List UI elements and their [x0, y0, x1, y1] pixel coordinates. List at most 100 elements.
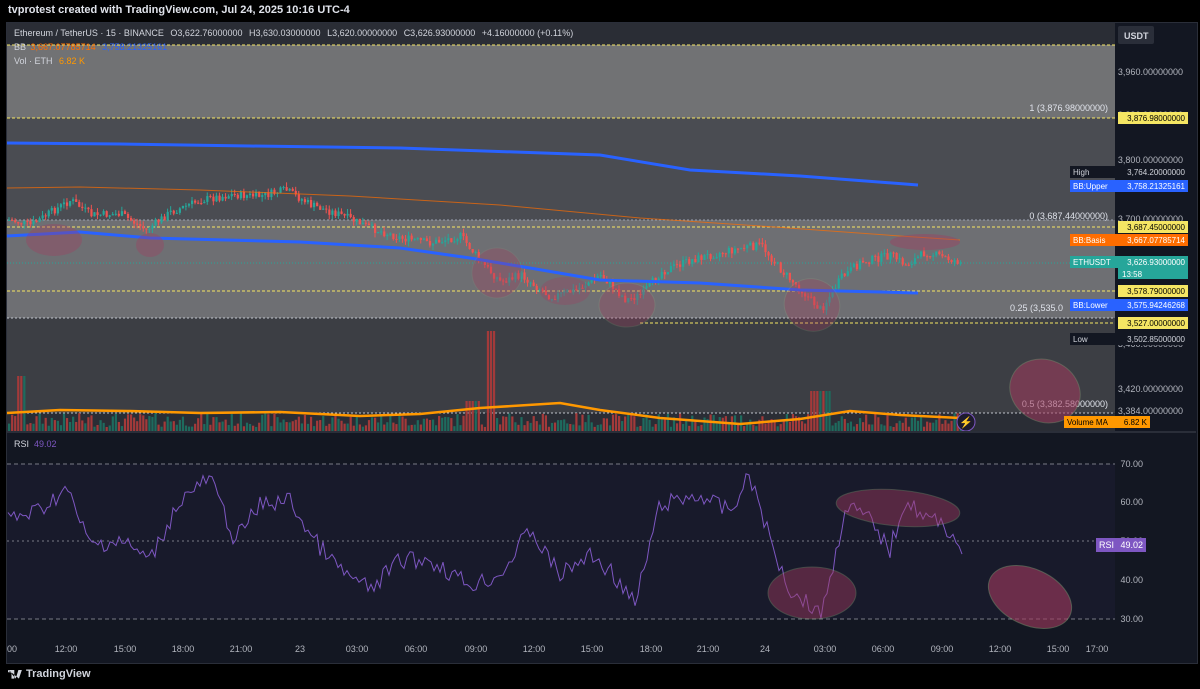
- candle-body: [309, 199, 313, 208]
- volume-bar: [605, 418, 608, 431]
- volume-bar: [69, 421, 72, 431]
- candle-body: [913, 258, 917, 264]
- volume-bar: [11, 414, 14, 431]
- volume-bar: [944, 420, 947, 431]
- legend-bb[interactable]: BB 3,667.07785714 3,758.21325161: [14, 42, 171, 52]
- volume-bar: [511, 416, 514, 431]
- candle-body: [181, 205, 185, 209]
- volume-bar: [422, 418, 425, 431]
- highlight-ellipse: [890, 234, 960, 250]
- volume-ma-label: Volume MA: [1067, 418, 1109, 427]
- candle-body: [386, 234, 389, 237]
- candle-body: [99, 214, 102, 216]
- ohlc-high: H3,630.03000000: [249, 28, 321, 38]
- chart-canvas[interactable]: 1 (3,876.98000000) 0 (3,687.44000000) 0.…: [0, 0, 1200, 689]
- volume-bar: [395, 424, 398, 431]
- candle-body: [770, 255, 773, 262]
- time-tick: 23: [295, 644, 305, 654]
- candle-body: [215, 195, 218, 202]
- candle-body: [26, 220, 29, 222]
- volume-bar: [59, 425, 63, 431]
- candle-body: [197, 202, 200, 204]
- volume-bar: [126, 414, 130, 431]
- tradingview-logo[interactable]: TradingView: [8, 668, 91, 680]
- candle-body: [916, 256, 920, 259]
- candle-body: [325, 208, 328, 210]
- candle-body: [907, 264, 910, 266]
- ohlc-close: C3,626.93000000: [403, 28, 476, 38]
- candle-body: [392, 233, 395, 240]
- volume-bar: [703, 417, 706, 431]
- volume-bar: [44, 417, 47, 431]
- candle-body: [184, 205, 188, 207]
- volume-bar: [236, 423, 239, 431]
- price-tick: 3,800.00000000: [1118, 155, 1183, 165]
- volume-bar: [349, 416, 352, 431]
- candle-body: [752, 242, 755, 250]
- candle-body: [938, 251, 941, 255]
- volume-bar: [895, 423, 898, 431]
- volume-bar: [419, 424, 422, 431]
- candle-body: [526, 279, 529, 283]
- rsi-label[interactable]: RSI: [14, 439, 29, 449]
- brand-text: TradingView: [26, 668, 91, 680]
- candle-body: [431, 243, 435, 246]
- candle-body: [328, 209, 331, 215]
- volume-bar: [718, 417, 721, 431]
- legend-volume[interactable]: Vol · ETH 6.82 K: [14, 56, 89, 66]
- price-tick: 3,384.00000000: [1118, 406, 1183, 416]
- symbol-name[interactable]: Ethereum / TetherUS · 15 · BINANCE: [14, 28, 164, 38]
- candle-body: [200, 203, 203, 205]
- volume-bar: [486, 331, 490, 431]
- volume-bar: [413, 424, 416, 431]
- candle-body: [837, 278, 840, 289]
- candle-body: [316, 202, 319, 207]
- volume-bar: [560, 420, 563, 431]
- candle-body: [191, 200, 194, 205]
- volume-bar: [898, 420, 901, 431]
- candle-body: [245, 195, 249, 198]
- volume-bar: [425, 418, 429, 431]
- price-tag-value: 3,764.20000000: [1127, 168, 1185, 177]
- legend-symbol[interactable]: Ethereum / TetherUS · 15 · BINANCE O3,62…: [14, 28, 577, 38]
- volume-bar: [279, 422, 282, 431]
- time-tick: 24: [760, 644, 770, 654]
- volume-bar: [239, 413, 242, 431]
- volume-bar: [492, 331, 496, 431]
- vol-label[interactable]: Vol · ETH: [14, 56, 53, 66]
- volume-bar: [849, 421, 852, 431]
- volume-bar: [776, 426, 779, 431]
- volume-bar: [468, 401, 471, 431]
- price-tag-value: 3,667.07785714: [1127, 236, 1185, 245]
- volume-bar: [496, 418, 499, 431]
- volume-bar: [300, 423, 303, 431]
- volume-bar: [505, 416, 508, 431]
- volume-bar: [761, 416, 764, 431]
- volume-bar: [621, 421, 624, 431]
- candle-body: [926, 256, 929, 258]
- candle-body: [303, 199, 307, 203]
- candle-body: [322, 208, 325, 210]
- ohlc-change: +4.16000000 (+0.11%): [481, 28, 574, 38]
- candle-body: [785, 272, 788, 275]
- bb-label[interactable]: BB: [14, 42, 26, 52]
- volume-bar: [816, 391, 819, 431]
- candle-body: [733, 248, 737, 254]
- candle-body: [685, 259, 688, 261]
- candle-body: [53, 207, 56, 214]
- candle-body: [380, 231, 383, 233]
- volume-bar: [181, 416, 185, 431]
- volume-bar: [212, 417, 215, 431]
- volume-bar: [804, 423, 807, 431]
- candle-body: [334, 210, 337, 217]
- volume-bar: [169, 421, 172, 431]
- candle-body: [425, 238, 429, 241]
- candle-body: [221, 196, 224, 201]
- volume-bar: [947, 423, 950, 431]
- candle-body: [773, 261, 776, 264]
- candle-body: [645, 286, 648, 289]
- volume-bar: [130, 414, 133, 431]
- volume-bar: [453, 426, 456, 431]
- candle-body: [346, 213, 349, 216]
- volume-bar: [919, 415, 923, 431]
